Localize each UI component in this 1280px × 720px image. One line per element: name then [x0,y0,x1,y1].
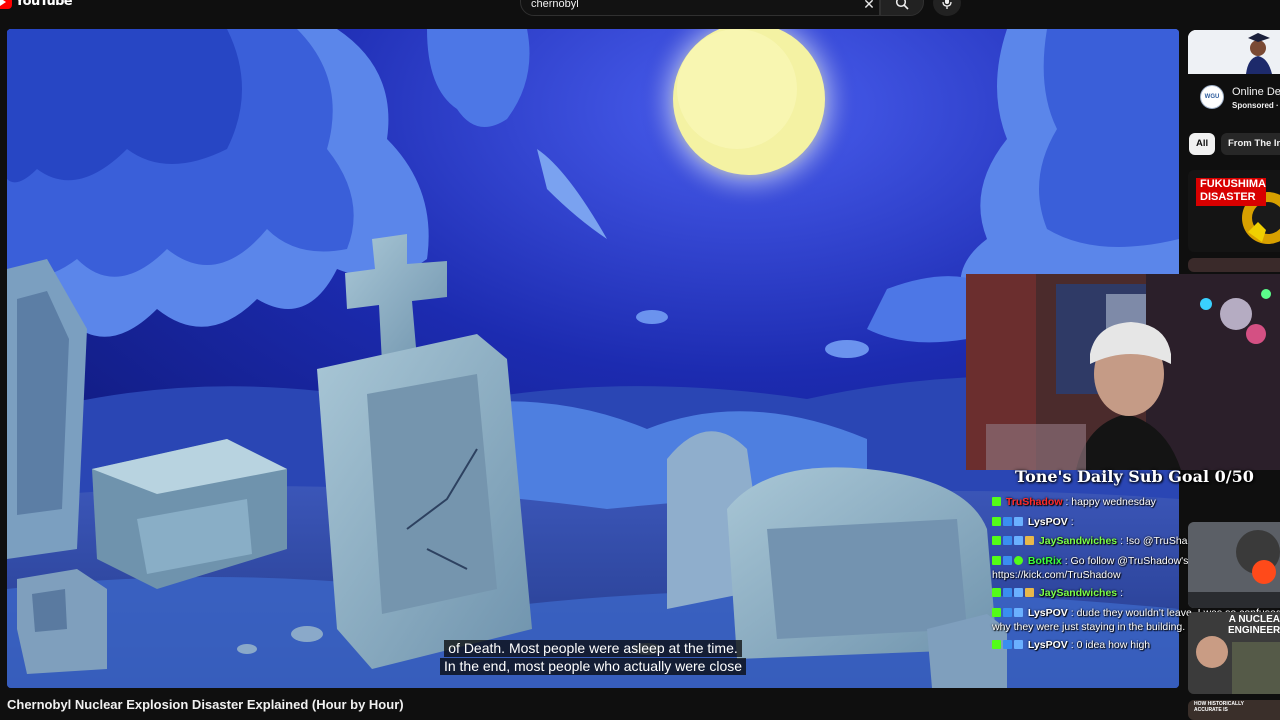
chat-username: TruShadow [1005,496,1063,508]
chat-text: : [1120,587,1123,599]
sponsored-ad[interactable]: WGU Online Deg Sponsored · [1200,84,1280,114]
chat-badges [992,516,1025,530]
related-video-thumbnail[interactable] [1188,258,1280,272]
chat-badges [992,536,1036,549]
chat-badges [992,640,1025,653]
video-title: Chernobyl Nuclear Explosion Disaster Exp… [7,697,404,712]
ad-sponsored-label: Sponsored · [1232,101,1279,110]
microphone-icon [942,0,952,9]
youtube-logo[interactable]: YouTube [0,0,73,9]
streamer-webcam [966,274,1280,470]
search-icon [895,0,909,10]
caption-line: of Death. Most people were asleep at the… [444,640,742,657]
search-input[interactable] [531,0,851,11]
search-box[interactable] [520,0,880,16]
chat-badges [992,607,1025,621]
wgu-logo: WGU [1200,85,1224,109]
sub-goal-text: Tone's Daily Sub Goal 0/50 [1015,467,1254,486]
kick-badge-icon [992,497,1001,506]
related-video-thumbnail[interactable]: HOW HISTORICALLY ACCURATE IS [1188,700,1280,720]
chat-username: BotRix [1027,554,1062,567]
thumbnail-text: HOW HISTORICALLY ACCURATE IS [1194,701,1245,713]
thumbnail-text: A NUCLEA ENGINEER [1228,614,1280,636]
related-video-thumbnail[interactable]: A NUCLEA ENGINEER [1188,612,1280,694]
ad-banner-image[interactable] [1188,30,1280,74]
chat-badges [992,497,1003,510]
close-icon[interactable]: ✕ [861,0,877,13]
gift-badge-icon [1014,516,1023,526]
search-button[interactable] [880,0,924,16]
kick-badge-icon [992,516,1001,526]
related-video-thumbnail[interactable]: FUKUSHIMA DISASTER [1188,170,1280,252]
chat-text: : [1070,515,1074,528]
subscriber-badge-icon [1003,588,1012,597]
chat-message: TruShadow : happy wednesday [992,496,1280,510]
chat-badges [992,555,1025,569]
chat-username: LysPOV [1027,639,1068,651]
gift-badge-icon [1014,607,1023,617]
subscriber-badge-icon [1003,516,1012,526]
chat-username: LysPOV [1027,515,1068,528]
chat-username: LysPOV [1027,606,1068,619]
filter-chip-from-the-in[interactable]: From The In [1221,133,1280,155]
moderator-badge-icon [1003,555,1012,565]
gift-badge-icon [1014,640,1023,649]
crown-badge-icon [1025,536,1034,545]
kick-badge-icon [992,536,1001,545]
gift-badge-icon [1014,536,1023,545]
chat-username: JaySandwiches [1038,535,1118,547]
subscriber-badge-icon [1003,640,1012,649]
related-video-thumbnail[interactable] [1188,522,1280,608]
kick-badge-icon [992,555,1001,565]
thumbnail-image [1188,522,1280,608]
top-bar: YouTube ✕ [0,0,1280,28]
ad-title: Online Deg [1232,86,1280,98]
chat-username: JaySandwiches [1038,587,1118,599]
kick-badge-icon [992,607,1001,617]
caption-line: In the end, most people who actually wer… [439,658,747,675]
voice-search-button[interactable] [933,0,961,16]
youtube-play-icon [0,0,12,9]
chat-text: : happy wednesday [1065,496,1156,508]
crown-badge-icon [1025,588,1034,597]
logo-text: YouTube [15,0,73,9]
chat-text: : 0 idea how high [1070,639,1151,651]
filter-chip-all[interactable]: All [1189,133,1216,155]
kick-badge-icon [992,640,1001,649]
thumbnail-text: FUKUSHIMA DISASTER [1200,178,1266,203]
chat-badges [992,588,1036,601]
subscriber-badge-icon [1003,607,1012,617]
kick-badge-icon [992,588,1001,597]
ad-graduate-image [1188,30,1280,74]
verified-badge-icon [1014,555,1023,565]
webcam-image [966,274,1280,470]
subscriber-badge-icon [1003,536,1012,545]
gift-badge-icon [1014,588,1023,597]
